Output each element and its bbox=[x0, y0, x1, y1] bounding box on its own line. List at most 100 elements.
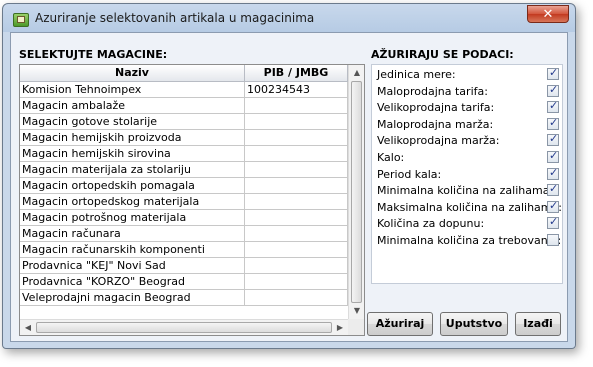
update-option-label: Minimalna količina za trebovanje: bbox=[377, 234, 562, 247]
update-option-checkbox[interactable]: ✓ bbox=[547, 132, 559, 147]
column-header-pib[interactable]: PIB / JMBG bbox=[245, 65, 348, 82]
update-option-checkbox[interactable]: ✓ bbox=[547, 215, 559, 230]
checkmark-icon: ✓ bbox=[549, 99, 559, 113]
update-option-label: Maksimalna količina na zalihama: bbox=[377, 200, 562, 214]
warehouses-section-label: SELEKTUJTE MAGACINE: bbox=[19, 48, 168, 61]
table-row[interactable]: Prodavnica "KEJ" Novi Sad bbox=[20, 258, 348, 274]
update-option-checkbox[interactable]: ✓ bbox=[547, 99, 559, 114]
table-row[interactable]: Magacin materijala za stolariju bbox=[20, 162, 348, 178]
update-option-item[interactable]: Kalo: ✓ bbox=[372, 149, 562, 166]
checkmark-icon: ✓ bbox=[549, 132, 559, 146]
cell-pib[interactable] bbox=[245, 258, 348, 274]
cell-pib[interactable] bbox=[245, 210, 348, 226]
checkmark-icon: ✓ bbox=[549, 115, 559, 129]
table-row[interactable]: Magacin računarskih komponenti bbox=[20, 242, 348, 258]
checkmark-icon: ✓ bbox=[549, 82, 559, 96]
cell-naziv[interactable]: Veleprodajni magacin Beograd bbox=[20, 290, 245, 306]
checkmark-icon: ✓ bbox=[549, 149, 559, 162]
table-row[interactable]: Veleprodajni magacin Beograd bbox=[20, 290, 348, 306]
warehouse-grid[interactable]: Naziv PIB / JMBG Komision Tehnoimpex 1002… bbox=[19, 64, 365, 336]
table-row[interactable]: Magacin hemijskih proizvoda bbox=[20, 130, 348, 146]
cell-pib[interactable] bbox=[245, 98, 348, 114]
cell-pib[interactable] bbox=[245, 242, 348, 258]
vertical-scrollbar[interactable]: ▲ ▼ bbox=[348, 65, 364, 319]
cell-naziv[interactable]: Magacin ortopedskog materijala bbox=[20, 194, 245, 210]
cell-naziv[interactable]: Komision Tehnoimpex bbox=[20, 82, 245, 98]
vertical-scroll-thumb[interactable] bbox=[351, 81, 362, 303]
update-option-item[interactable]: Minimalna količina na zalihama: ✓ bbox=[372, 182, 562, 199]
scroll-down-arrow-icon[interactable]: ▼ bbox=[349, 303, 364, 319]
update-option-checkbox[interactable]: ✓ bbox=[547, 182, 559, 197]
update-option-checkbox[interactable] bbox=[547, 234, 559, 246]
table-row[interactable]: Magacin hemijskih sirovina bbox=[20, 146, 348, 162]
update-option-item[interactable]: Maloprodajna marža: ✓ bbox=[372, 115, 562, 133]
table-row[interactable]: Magacin gotove stolarije bbox=[20, 114, 348, 130]
update-option-item[interactable]: Jedinica mere: ✓ bbox=[372, 66, 562, 83]
cell-pib[interactable]: 100234543 bbox=[245, 82, 348, 98]
window-title: Azuriranje selektovanih artikala u magac… bbox=[35, 11, 315, 25]
update-option-checkbox[interactable]: ✓ bbox=[547, 165, 559, 180]
azuriraj-button[interactable]: Ažuriraj bbox=[367, 312, 433, 336]
uputstvo-button[interactable]: Uputstvo bbox=[440, 312, 508, 336]
table-row[interactable]: Magacin ortopedskih pomagala bbox=[20, 178, 348, 194]
update-option-item[interactable]: Velikoprodajna marža: ✓ bbox=[372, 132, 562, 149]
cell-pib[interactable] bbox=[245, 290, 348, 306]
scroll-up-arrow-icon[interactable]: ▲ bbox=[349, 65, 364, 81]
cell-pib[interactable] bbox=[245, 130, 348, 146]
cell-naziv[interactable]: Magacin ambalaže bbox=[20, 98, 245, 114]
column-header-naziv[interactable]: Naziv bbox=[20, 65, 245, 82]
close-button[interactable]: ✕ bbox=[527, 5, 569, 23]
update-option-item[interactable]: Period kala: ✓ bbox=[372, 165, 562, 183]
checkmark-icon: ✓ bbox=[549, 215, 559, 229]
update-option-item[interactable]: Minimalna količina za trebovanje: bbox=[372, 233, 562, 249]
dialog-client: SELEKTUJTE MAGACINE: Naziv PIB / JMBG Ko… bbox=[10, 32, 568, 342]
cell-naziv[interactable]: Magacin hemijskih proizvoda bbox=[20, 130, 245, 146]
cell-pib[interactable] bbox=[245, 226, 348, 242]
cell-naziv[interactable]: Magacin gotove stolarije bbox=[20, 114, 245, 130]
cell-pib[interactable] bbox=[245, 114, 348, 130]
cell-pib[interactable] bbox=[245, 274, 348, 290]
update-option-label: Velikoprodajna tarifa: bbox=[377, 101, 495, 115]
cell-naziv[interactable]: Prodavnica "KEJ" Novi Sad bbox=[20, 258, 245, 274]
cell-naziv[interactable]: Magacin materijala za stolariju bbox=[20, 162, 245, 178]
update-option-label: Maloprodajna tarifa: bbox=[377, 84, 488, 98]
cell-naziv[interactable]: Prodavnica "KORZO" Beograd bbox=[20, 274, 245, 290]
scrollbar-corner bbox=[348, 319, 364, 335]
update-option-checkbox[interactable]: ✓ bbox=[547, 199, 559, 213]
title-bar[interactable]: Azuriranje selektovanih artikala u magac… bbox=[3, 4, 575, 32]
update-option-checkbox[interactable]: ✓ bbox=[547, 149, 559, 163]
checkmark-icon: ✓ bbox=[549, 165, 559, 179]
cell-pib[interactable] bbox=[245, 146, 348, 162]
table-row[interactable]: Magacin ambalaže bbox=[20, 98, 348, 114]
update-option-checkbox[interactable]: ✓ bbox=[547, 82, 559, 97]
table-row[interactable]: Magacin ortopedskog materijala bbox=[20, 194, 348, 210]
table-row[interactable]: Magacin potrošnog materijala bbox=[20, 210, 348, 226]
horizontal-scroll-thumb[interactable] bbox=[36, 322, 332, 333]
cell-naziv[interactable]: Magacin hemijskih sirovina bbox=[20, 146, 245, 162]
cell-pib[interactable] bbox=[245, 162, 348, 178]
update-option-label: Velikoprodajna marža: bbox=[377, 134, 500, 148]
cell-naziv[interactable]: Magacin računara bbox=[20, 226, 245, 242]
grid-header: Naziv PIB / JMBG bbox=[20, 65, 348, 82]
update-option-item[interactable]: Količina za dopunu: ✓ bbox=[372, 215, 562, 232]
cell-naziv[interactable]: Magacin ortopedskih pomagala bbox=[20, 178, 245, 194]
update-options-list: Jedinica mere: ✓ Maloprodajna tarifa: ✓ Veli… bbox=[371, 64, 563, 284]
update-option-item[interactable]: Maksimalna količina na zalihama: ✓ bbox=[372, 199, 562, 216]
cell-naziv[interactable]: Magacin potrošnog materijala bbox=[20, 210, 245, 226]
cell-pib[interactable] bbox=[245, 178, 348, 194]
cell-naziv[interactable]: Magacin računarskih komponenti bbox=[20, 242, 245, 258]
cell-pib[interactable] bbox=[245, 194, 348, 210]
table-row[interactable]: Magacin računara bbox=[20, 226, 348, 242]
update-option-checkbox[interactable]: ✓ bbox=[547, 115, 559, 130]
update-option-label: Minimalna količina na zalihama: bbox=[377, 184, 554, 198]
izadji-button[interactable]: Izađi bbox=[515, 312, 561, 336]
scroll-right-arrow-icon[interactable]: ▶ bbox=[332, 320, 348, 335]
horizontal-scrollbar[interactable]: ◀ ▶ bbox=[20, 319, 348, 335]
update-option-checkbox[interactable]: ✓ bbox=[547, 66, 559, 80]
update-option-item[interactable]: Velikoprodajna tarifa: ✓ bbox=[372, 99, 562, 116]
table-row[interactable]: Komision Tehnoimpex 100234543 bbox=[20, 82, 348, 98]
scroll-left-arrow-icon[interactable]: ◀ bbox=[20, 320, 36, 335]
checkmark-icon: ✓ bbox=[549, 66, 559, 79]
update-option-item[interactable]: Maloprodajna tarifa: ✓ bbox=[372, 82, 562, 100]
table-row[interactable]: Prodavnica "KORZO" Beograd bbox=[20, 274, 348, 290]
